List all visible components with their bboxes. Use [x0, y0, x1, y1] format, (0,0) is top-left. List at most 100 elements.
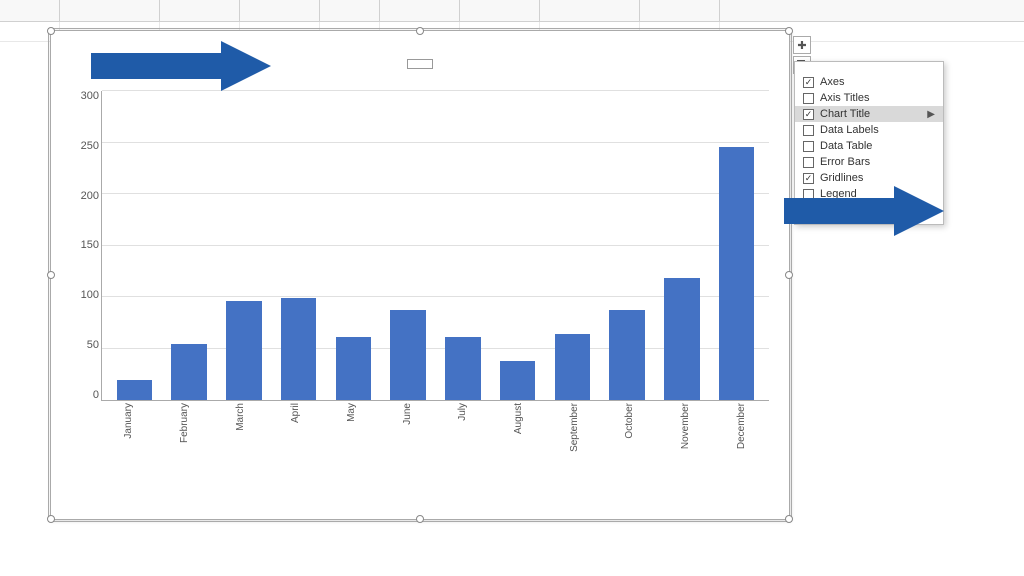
x-label: March — [212, 401, 268, 431]
y-label: 50 — [87, 340, 99, 351]
y-label: 200 — [81, 191, 99, 202]
x-label: May — [324, 401, 380, 431]
bar[interactable] — [664, 278, 700, 400]
bar[interactable] — [171, 344, 207, 400]
y-label: 150 — [81, 240, 99, 251]
chart-title-area — [61, 41, 779, 86]
panel-item-data-labels[interactable]: Data Labels — [803, 122, 935, 138]
bars-area — [101, 91, 769, 401]
x-label: January — [101, 401, 157, 431]
x-label: August — [491, 401, 547, 431]
panel-item-axis-titles[interactable]: Axis Titles — [803, 90, 935, 106]
panel-item-label: Data Table — [820, 140, 872, 152]
resize-handle-bl[interactable] — [47, 515, 55, 523]
y-label: 100 — [81, 290, 99, 301]
column-headers — [0, 0, 1024, 22]
resize-handle-tl[interactable] — [47, 27, 55, 35]
panel-item-error-bars[interactable]: Error Bars — [803, 154, 935, 170]
chart-elements-panel: Axes Axis Titles Chart Title ▶ Data Labels Da… — [794, 61, 944, 225]
add-chart-element-button[interactable]: ✚ — [793, 36, 811, 54]
x-axis-labels: JanuaryFebruaryMarchAprilMayJuneJulyAugu… — [101, 401, 769, 431]
bar-group — [436, 91, 491, 400]
chart-container[interactable]: 0 50 100 150 200 250 300 — [50, 30, 790, 520]
col-header-k — [460, 0, 540, 21]
spreadsheet: 0 50 100 150 200 250 300 — [0, 0, 1024, 576]
y-axis-labels: 0 50 100 150 200 250 300 — [63, 91, 99, 401]
arrow-to-title-icon — [91, 41, 271, 91]
bar[interactable] — [336, 337, 372, 400]
bar-group — [709, 91, 764, 400]
checkbox[interactable] — [803, 77, 814, 88]
panel-item-legend[interactable]: Legend — [803, 186, 935, 202]
resize-handle-ml[interactable] — [47, 271, 55, 279]
panel-items: Axes Axis Titles Chart Title ▶ Data Labels Da… — [803, 74, 935, 218]
bar-group — [490, 91, 545, 400]
checkbox[interactable] — [803, 109, 814, 120]
panel-item-label: Chart Title — [820, 108, 870, 120]
resize-handle-tr[interactable] — [785, 27, 793, 35]
y-label: 250 — [81, 141, 99, 152]
panel-item-label: Axis Titles — [820, 92, 870, 104]
bar[interactable] — [281, 298, 317, 400]
bar-group — [600, 91, 655, 400]
chart-plot: 0 50 100 150 200 250 300 — [101, 91, 769, 431]
panel-item-label: Data Labels — [820, 124, 879, 136]
col-header-m — [640, 0, 720, 21]
bars-inner — [102, 91, 769, 400]
x-label: November — [658, 401, 714, 431]
bar[interactable] — [500, 361, 536, 400]
x-label: July — [435, 401, 491, 431]
panel-item-gridlines[interactable]: Gridlines — [803, 170, 935, 186]
checkbox[interactable] — [803, 189, 814, 200]
bar-group — [162, 91, 217, 400]
col-header-e — [0, 0, 60, 21]
bar[interactable] — [555, 334, 591, 400]
panel-item-trendline[interactable]: Trendline — [803, 202, 935, 218]
checkbox[interactable] — [803, 141, 814, 152]
resize-handle-tm[interactable] — [416, 27, 424, 35]
bar-group — [381, 91, 436, 400]
submenu-arrow-icon: ▶ — [927, 109, 935, 120]
col-header-j — [380, 0, 460, 21]
resize-handle-br[interactable] — [785, 515, 793, 523]
bar-group — [271, 91, 326, 400]
x-label: June — [379, 401, 435, 431]
panel-item-axes[interactable]: Axes — [803, 74, 935, 90]
bar[interactable] — [390, 310, 426, 400]
col-header-f — [60, 0, 160, 21]
chart-title[interactable] — [407, 59, 433, 69]
checkbox[interactable] — [803, 157, 814, 168]
bar-group — [326, 91, 381, 400]
panel-item-label: Trendline — [820, 204, 865, 216]
col-header-l — [540, 0, 640, 21]
col-header-i — [320, 0, 380, 21]
bar[interactable] — [226, 301, 262, 400]
bar[interactable] — [445, 337, 481, 400]
checkbox[interactable] — [803, 205, 814, 216]
checkbox[interactable] — [803, 125, 814, 136]
col-header-g — [160, 0, 240, 21]
bar[interactable] — [117, 380, 153, 400]
y-label: 0 — [93, 390, 99, 401]
panel-item-label: Error Bars — [820, 156, 870, 168]
bar[interactable] — [719, 147, 755, 400]
x-label: February — [157, 401, 213, 431]
col-header-h — [240, 0, 320, 21]
checkbox[interactable] — [803, 93, 814, 104]
bar-group — [217, 91, 272, 400]
resize-handle-mr[interactable] — [785, 271, 793, 279]
y-label: 300 — [81, 91, 99, 102]
checkbox[interactable] — [803, 173, 814, 184]
bar-group — [107, 91, 162, 400]
x-label: September — [546, 401, 602, 431]
bar-group — [545, 91, 600, 400]
x-label: December — [713, 401, 769, 431]
panel-item-label: Legend — [820, 188, 857, 200]
panel-item-data-table[interactable]: Data Table — [803, 138, 935, 154]
x-label: October — [602, 401, 658, 431]
panel-item-chart-title[interactable]: Chart Title ▶ — [795, 106, 943, 122]
x-label: April — [268, 401, 324, 431]
bar[interactable] — [609, 310, 645, 400]
panel-item-label: Gridlines — [820, 172, 863, 184]
resize-handle-bm[interactable] — [416, 515, 424, 523]
